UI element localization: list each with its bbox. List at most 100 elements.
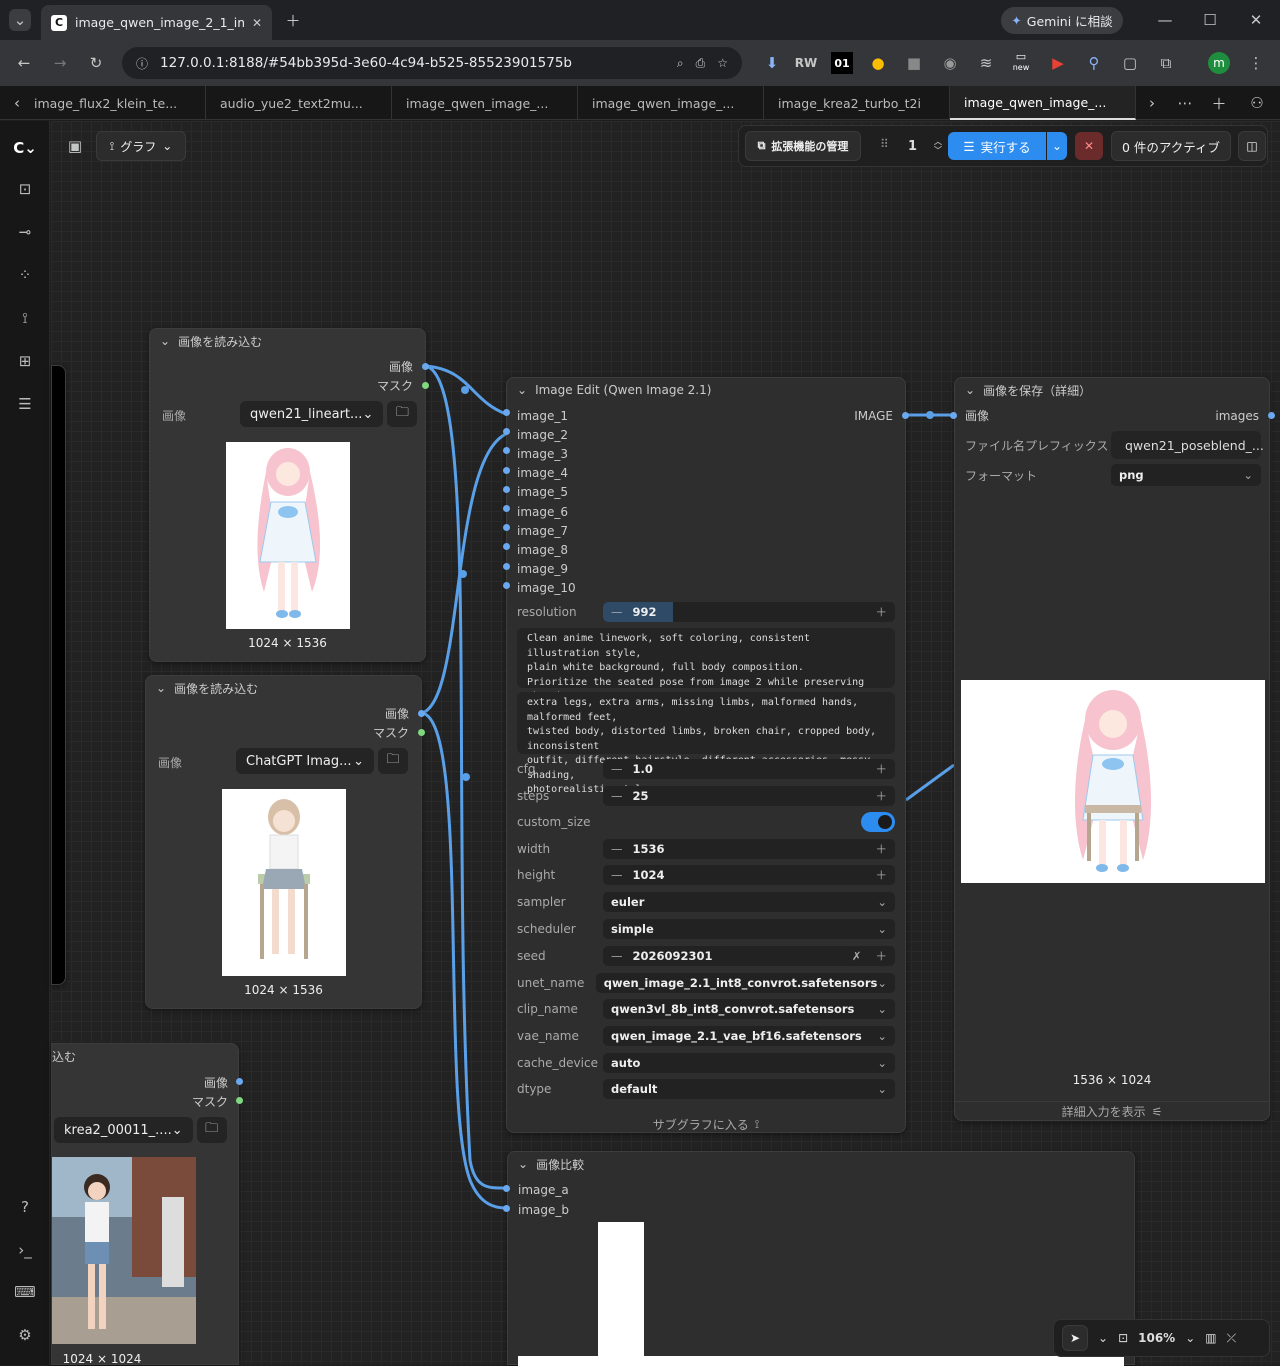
chevron-down-icon[interactable]: ⌄ — [1185, 1331, 1195, 1345]
decrement-icon[interactable]: — — [611, 762, 623, 776]
run-options-chevron-icon[interactable]: ⌄ — [1047, 132, 1067, 160]
image-edit-node[interactable]: ⌄ Image Edit (Qwen Image 2.1) image_1 imag… — [506, 377, 906, 1133]
height-widget[interactable]: height — 1024 ＋ — [517, 864, 895, 886]
input-a-socket[interactable] — [503, 1185, 510, 1192]
cancel-run-icon[interactable]: ✕ — [1075, 132, 1103, 160]
param-value-box[interactable]: euler ⌄ — [603, 892, 895, 912]
output-image-socket[interactable] — [422, 363, 429, 370]
drag-handle-icon[interactable]: ⠿ — [880, 137, 889, 151]
offscreen-node-edge[interactable] — [51, 365, 66, 985]
input-slot-image-10[interactable]: image_10 — [517, 579, 576, 598]
custom-size-toggle[interactable] — [861, 812, 895, 832]
input-socket[interactable] — [503, 581, 510, 589]
upload-folder-icon[interactable]: 🗀 — [387, 401, 418, 427]
input-slot-image-8[interactable]: image_8 — [517, 540, 568, 559]
filename-prefix-input[interactable]: qwen21_poseblend_... — [1111, 431, 1264, 459]
output-mask-socket[interactable] — [422, 382, 429, 389]
fit-view-icon[interactable]: ⊡ — [1118, 1331, 1128, 1345]
seed-widget[interactable]: seed — 2026092301 ✗ ＋ — [517, 945, 895, 967]
collapse-chevron-icon[interactable]: ⌄ — [156, 681, 166, 695]
clip-name-widget[interactable]: clip_name qwen3vl_8b_int8_convrot.safeten… — [517, 998, 895, 1020]
output-image-socket[interactable] — [418, 710, 425, 717]
randomize-icon[interactable]: ✗ — [852, 949, 862, 963]
input-socket[interactable] — [503, 485, 510, 493]
param-value-box[interactable]: auto ⌄ — [603, 1053, 895, 1073]
negative-prompt-textarea[interactable]: extra legs, extra arms, missing limbs, m… — [517, 692, 895, 795]
prompt-textarea[interactable]: Clean anime linework, soft coloring, con… — [517, 628, 895, 717]
param-value-box[interactable]: simple ⌄ — [603, 919, 895, 939]
collapse-chevron-icon[interactable]: ⌄ — [965, 383, 975, 397]
upload-folder-icon[interactable]: 🗀 — [378, 748, 408, 774]
output-mask-socket[interactable] — [236, 1097, 243, 1104]
collapse-chevron-icon[interactable]: ⌄ — [160, 334, 170, 348]
image-file-combo[interactable]: krea2_00011_.... ⌄ 🗀 — [54, 1117, 227, 1145]
minimap-icon[interactable]: ▥ — [1205, 1331, 1216, 1345]
right-panel-toggle-icon[interactable]: ◫ — [1238, 131, 1266, 161]
collapse-chevron-icon[interactable]: ⌄ — [518, 1157, 528, 1171]
output-image-socket[interactable] — [902, 412, 909, 419]
enter-subgraph-button[interactable]: サブグラフに入る ⟟ — [507, 1114, 905, 1134]
resolution-widget[interactable]: resolution — 992 ＋ — [517, 601, 895, 623]
input-slot-image-5[interactable]: image_5 — [517, 483, 568, 502]
decrement-icon[interactable]: — — [611, 605, 623, 619]
param-value-box[interactable]: — 2026092301 ✗ ＋ — [603, 946, 895, 966]
image-file-combo[interactable]: qwen21_lineart... ⌄ 🗀 — [240, 401, 418, 429]
input-socket[interactable] — [503, 562, 510, 570]
panel-toggle-icon[interactable]: ▣ — [64, 135, 86, 157]
save-image-node[interactable]: ⌄ 画像を保存（詳細） 画像 images ファイル名プレフィックス qwen21… — [954, 377, 1270, 1121]
format-combo[interactable]: png ⌄ — [1111, 464, 1261, 486]
scheduler-widget[interactable]: scheduler simple ⌄ — [517, 918, 895, 940]
input-socket[interactable] — [503, 505, 510, 512]
input-slot-image-7[interactable]: image_7 — [517, 521, 568, 540]
param-value-box[interactable]: qwen3vl_8b_int8_convrot.safetensors ⌄ — [603, 999, 895, 1019]
increment-icon[interactable]: ＋ — [876, 788, 888, 804]
upload-folder-icon[interactable]: 🗀 — [196, 1117, 227, 1143]
param-value-box[interactable]: — 1.0 ＋ — [603, 759, 895, 779]
dtype-widget[interactable]: dtype default ⌄ — [517, 1078, 895, 1100]
input-b-socket[interactable] — [503, 1205, 510, 1212]
input-slot-image-1[interactable]: image_1 — [517, 406, 568, 425]
cache-device-widget[interactable]: cache_device auto ⌄ — [517, 1052, 895, 1074]
increment-icon[interactable]: ＋ — [876, 867, 888, 883]
input-image-socket[interactable] — [950, 412, 957, 419]
input-socket[interactable] — [503, 409, 510, 416]
unet-name-widget[interactable]: unet_name qwen_image_2.1_int8_convrot.saf… — [517, 972, 895, 994]
input-slot-image-2[interactable]: image_2 — [517, 425, 568, 444]
manage-extensions-button[interactable]: ⧉ 拡張機能の管理 — [745, 131, 861, 161]
steps-widget[interactable]: steps — 25 ＋ — [517, 785, 895, 807]
input-slot-image-9[interactable]: image_9 — [517, 560, 568, 579]
input-slot-image-3[interactable]: image_3 — [517, 444, 568, 463]
show-advanced-inputs-button[interactable]: 詳細入力を表示 ⚟ — [955, 1101, 1269, 1121]
input-slot-image-6[interactable]: image_6 — [517, 502, 568, 521]
param-value-box[interactable]: qwen_image_2.1_vae_bf16.safetensors ⌄ — [603, 1026, 895, 1046]
increment-icon[interactable]: ＋ — [876, 761, 888, 777]
input-slot-image-4[interactable]: image_4 — [517, 464, 568, 483]
increment-icon[interactable]: ＋ — [876, 604, 888, 620]
select-tool-icon[interactable]: ➤ — [1062, 1325, 1088, 1351]
vae-name-widget[interactable]: vae_name qwen_image_2.1_vae_bf16.safetens… — [517, 1025, 895, 1047]
run-button[interactable]: ☰ 実行する — [948, 132, 1046, 160]
param-value-box[interactable]: — 25 ＋ — [603, 786, 895, 806]
chevron-down-icon[interactable]: ⌄ — [1098, 1331, 1108, 1345]
decrement-icon[interactable]: — — [611, 842, 623, 856]
image-file-combo[interactable]: ChatGPT Imag... ⌄ 🗀 — [236, 748, 408, 776]
active-jobs-button[interactable]: 0 件のアクティブ — [1111, 131, 1231, 161]
load-image-node-1[interactable]: ⌄ 画像を読み込む 画像 マスク 画像 qwen21_lineart... ⌄ 🗀 … — [149, 328, 426, 662]
sampler-widget[interactable]: sampler euler ⌄ — [517, 891, 895, 913]
zoom-level[interactable]: 106% — [1138, 1331, 1175, 1345]
load-image-node-2[interactable]: ⌄ 画像を読み込む 画像 マスク 画像 ChatGPT Imag... ⌄ 🗀 10… — [145, 675, 422, 1009]
load-image-node-3[interactable]: 込む 画像 マスク krea2_00011_.... ⌄ 🗀 1024 × 102… — [51, 1043, 239, 1366]
graph-menu-button[interactable]: ⟟ グラフ ⌄ — [96, 131, 186, 161]
param-value-box[interactable]: qwen_image_2.1_int8_convrot.safetensors ⌄ — [595, 973, 895, 993]
output-image-socket[interactable] — [236, 1078, 243, 1085]
stepper-icon[interactable]: ︿ ﹀ — [934, 137, 942, 155]
increment-icon[interactable]: ＋ — [876, 948, 888, 964]
image-compare-node[interactable]: ⌄ 画像比較 image_a image_b — [507, 1151, 1135, 1366]
param-value-box[interactable]: default ⌄ — [603, 1079, 895, 1099]
cfg-widget[interactable]: cfg — 1.0 ＋ — [517, 758, 895, 780]
decrement-icon[interactable]: — — [611, 949, 623, 963]
output-images-socket[interactable] — [1268, 412, 1275, 419]
decrement-icon[interactable]: — — [611, 868, 623, 882]
collapse-chevron-icon[interactable]: ⌄ — [517, 383, 527, 397]
queue-count-input[interactable]: 1 ︿ ﹀ — [898, 131, 946, 161]
